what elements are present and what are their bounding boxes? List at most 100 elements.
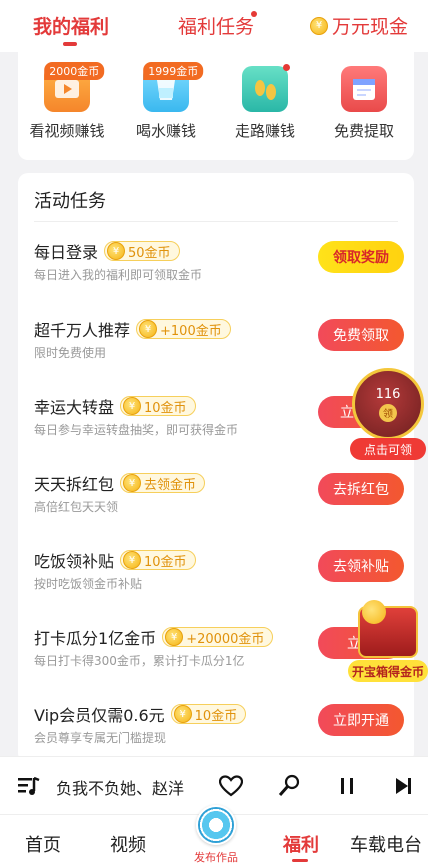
- task-name-row: 天天拆红包 ¥ 去领金币: [34, 471, 206, 495]
- task-desc: 每日参与幸运转盘抽奖，即可获得金币: [34, 423, 239, 437]
- coin-icon: ¥: [139, 320, 158, 338]
- quick-item-walk[interactable]: 走路赚钱: [220, 64, 310, 141]
- tab-welfare-tasks-label: 福利任务: [178, 16, 255, 38]
- video-icon: 2000金币: [44, 62, 105, 112]
- water-cup-icon: 1999金币: [143, 62, 204, 112]
- coin-icon: ¥: [123, 551, 142, 569]
- task-name: 超千万人推荐: [34, 321, 131, 340]
- quick-item-drink-water[interactable]: 1999金币 喝水赚钱: [121, 62, 211, 141]
- task-reward-text: 去领金币: [144, 477, 197, 493]
- tab-welfare-tasks[interactable]: 福利任务: [178, 12, 254, 39]
- footprints-icon: [242, 64, 290, 112]
- task-reward-text: +100金币: [160, 323, 222, 339]
- tab-my-welfare-label: 我的福利: [33, 16, 110, 38]
- floating-treasure-box[interactable]: 开宝箱得金币: [348, 600, 428, 686]
- coin-icon: [362, 600, 386, 624]
- reward-badge: 1999金币: [143, 62, 204, 80]
- activity-title: 活动任务: [34, 191, 106, 212]
- task-reward: ¥ 去领金币: [120, 473, 206, 493]
- task-name: 幸运大转盘: [34, 398, 115, 417]
- task-reward-text: 50金币: [128, 245, 171, 261]
- treasure-box-label: 开宝箱得金币: [348, 660, 428, 682]
- reward-badge: 2000金币: [44, 62, 105, 80]
- calendar-icon: [341, 66, 387, 112]
- task-name: 吃饭领补贴: [34, 552, 115, 571]
- nav-home[interactable]: 首页: [25, 831, 61, 857]
- task-row: 天天拆红包 ¥ 去领金币 高倍红包天天领 去拆红包: [34, 471, 404, 531]
- open-red-packet-button[interactable]: 去拆红包: [318, 473, 404, 505]
- task-name-row: 吃饭领补贴 ¥10金币: [34, 548, 196, 572]
- task-row: 吃饭领补贴 ¥10金币 按时吃饭领金币补贴 去领补贴: [34, 548, 404, 608]
- heart-icon[interactable]: [218, 773, 244, 799]
- task-desc: 每日打卡得300金币，累计打卡瓜分1亿: [34, 654, 245, 668]
- claim-reward-button[interactable]: 领取奖励: [318, 241, 404, 273]
- task-desc: 高倍红包天天领: [34, 500, 119, 514]
- task-desc: 每日进入我的福利即可领取金币: [34, 268, 203, 282]
- coin-icon: ¥: [123, 397, 142, 415]
- nav-car-radio[interactable]: 车载电台: [350, 831, 422, 857]
- playlist-icon[interactable]: [16, 773, 42, 799]
- task-name: Vip会员仅需0.6元: [34, 706, 165, 725]
- task-row: 超千万人推荐 ¥ +100金币 限时免费使用 免费领取: [34, 317, 404, 377]
- quick-item-label: 走路赚钱: [234, 122, 295, 140]
- notification-dot: [283, 64, 290, 71]
- task-name: 打卡瓜分1亿金币: [34, 629, 157, 648]
- pause-icon[interactable]: [334, 773, 360, 799]
- quick-item-free-withdraw[interactable]: 免费提取: [319, 66, 409, 141]
- task-name-row: Vip会员仅需0.6元 ¥10金币: [34, 702, 247, 726]
- coin-icon: ¥: [173, 705, 192, 723]
- tab-my-welfare[interactable]: 我的福利: [33, 12, 110, 46]
- tab-cash[interactable]: ¥ 万元现金: [310, 12, 408, 39]
- quick-actions-card: 2000金币 看视频赚钱 1999金币 喝水赚钱 走路赚钱 免费提取: [18, 52, 414, 160]
- quick-item-watch-video[interactable]: 2000金币 看视频赚钱: [22, 62, 112, 141]
- notification-dot: [251, 11, 257, 17]
- coin-icon: ¥: [107, 242, 126, 260]
- task-row: 幸运大转盘 ¥10金币 每日参与幸运转盘抽奖，即可获得金币 立即开: [34, 394, 404, 454]
- free-claim-button[interactable]: 免费领取: [318, 319, 404, 351]
- song-title[interactable]: 负我不负她、赵洋: [56, 775, 184, 799]
- task-reward: ¥10金币: [170, 704, 247, 724]
- microphone-icon[interactable]: [276, 773, 302, 799]
- task-reward-text: 10金币: [144, 400, 187, 416]
- tab-cash-label: 万元现金: [332, 16, 409, 38]
- task-reward: ¥ +20000金币: [162, 627, 274, 647]
- task-reward: ¥10金币: [120, 550, 196, 570]
- task-reward-text: +20000金币: [186, 631, 265, 647]
- task-reward: ¥ +100金币: [136, 319, 231, 339]
- red-packet-circle: 116 领: [352, 368, 424, 440]
- top-tab-bar: 我的福利 福利任务 ¥ 万元现金: [0, 0, 428, 52]
- bottom-nav: 首页 视频 发布作品 福利 车载电台: [0, 805, 428, 868]
- quick-item-label: 免费提取: [333, 122, 394, 140]
- task-reward: ¥50金币: [104, 241, 180, 261]
- publish-label: 发布作品: [194, 851, 238, 864]
- nav-video[interactable]: 视频: [110, 831, 146, 857]
- task-name-row: 每日登录 ¥50金币: [34, 239, 180, 263]
- nav-publish[interactable]: 发布作品: [188, 805, 244, 868]
- divider: [34, 221, 398, 222]
- activate-vip-button[interactable]: 立即开通: [318, 704, 404, 736]
- red-packet-count: 116: [375, 386, 401, 402]
- meal-subsidy-button[interactable]: 去领补贴: [318, 550, 404, 582]
- task-desc: 限时免费使用: [34, 346, 107, 360]
- red-packet-label: 点击可领: [350, 438, 426, 460]
- task-name-row: 幸运大转盘 ¥10金币: [34, 394, 196, 418]
- publish-icon: [196, 805, 236, 845]
- coin-icon: ¥: [310, 16, 328, 35]
- quick-item-label: 喝水赚钱: [135, 122, 196, 140]
- active-tab-indicator: [63, 42, 77, 46]
- active-nav-indicator: [292, 859, 308, 862]
- task-row: 每日登录 ¥50金币 每日进入我的福利即可领取金币 领取奖励: [34, 239, 404, 299]
- task-name: 天天拆红包: [34, 475, 115, 494]
- floating-red-packet[interactable]: 116 领 点击可领: [350, 368, 428, 460]
- next-track-icon[interactable]: [390, 773, 416, 799]
- task-reward-text: 10金币: [144, 554, 187, 570]
- task-name: 每日登录: [34, 243, 99, 262]
- coin-icon: 领: [379, 403, 397, 422]
- task-reward: ¥10金币: [120, 396, 196, 416]
- task-row: Vip会员仅需0.6元 ¥10金币 会员尊享专属无门槛提现 立即开通: [34, 702, 404, 762]
- task-desc: 会员尊享专属无门槛提现: [34, 731, 167, 745]
- nav-welfare[interactable]: 福利: [283, 831, 319, 857]
- coin-icon: ¥: [123, 474, 142, 492]
- task-name-row: 超千万人推荐 ¥ +100金币: [34, 317, 231, 341]
- task-reward-text: 10金币: [194, 708, 238, 724]
